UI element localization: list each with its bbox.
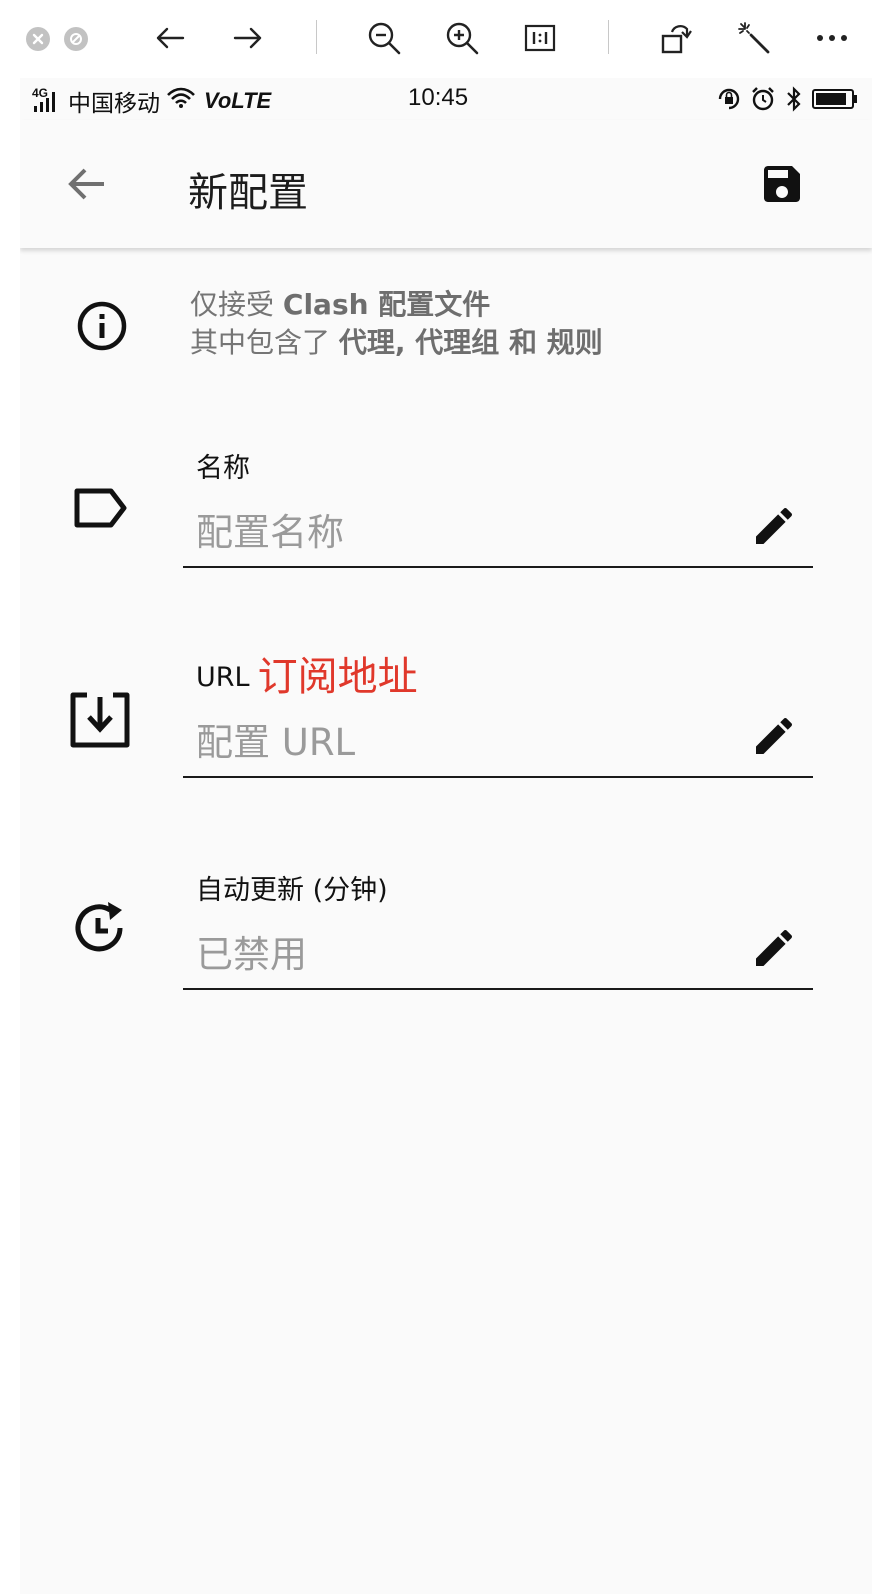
volte-label: VoLTE (204, 88, 272, 113)
minimize-icon[interactable] (64, 27, 88, 51)
info-line-1-prefix: 仅接受 (190, 288, 283, 321)
pencil-icon[interactable] (746, 920, 802, 976)
page-title: 新配置 (188, 170, 308, 216)
phone-screen: 4G 中国移动 VoLTE 10:45 新配置 仅接受 Clash 配置文件 其… (20, 78, 872, 1594)
magic-wand-icon[interactable] (734, 18, 774, 58)
viewer-toolbar (0, 0, 892, 78)
info-line-1: 仅接受 Clash 配置文件 (190, 286, 603, 324)
name-field-value[interactable]: 配置名称 (196, 502, 344, 556)
info-line-2: 其中包含了 代理, 代理组 和 规则 (190, 324, 603, 362)
label-tag-icon (64, 472, 136, 544)
name-field-underline (183, 566, 813, 568)
wifi-icon (166, 87, 196, 115)
pencil-icon[interactable] (746, 708, 802, 764)
name-field-label: 名称 (196, 453, 250, 484)
info-text: 仅接受 Clash 配置文件 其中包含了 代理, 代理组 和 规则 (190, 286, 603, 362)
auto-update-value[interactable]: 已禁用 (196, 924, 307, 978)
url-field-label-text: URL (196, 662, 250, 693)
auto-update-underline (183, 988, 813, 990)
actual-size-icon[interactable] (520, 18, 560, 58)
close-icon[interactable] (26, 27, 50, 51)
url-field-underline (183, 776, 813, 778)
clock-refresh-icon (64, 892, 136, 964)
url-field-label: URL 订阅地址 (196, 644, 418, 702)
status-bar: 4G 中国移动 VoLTE 10:45 (20, 78, 872, 120)
battery-icon (812, 88, 858, 116)
carrier-label: 中国移动 (68, 90, 160, 116)
toolbar-divider (316, 20, 317, 54)
app-bar: 新配置 (20, 120, 872, 248)
alarm-icon (750, 86, 776, 118)
info-line-2-bold: 代理, 代理组 和 规则 (338, 326, 603, 359)
rotate-icon[interactable] (656, 18, 696, 58)
info-icon (76, 300, 128, 352)
forward-arrow-icon[interactable] (228, 18, 268, 58)
info-banner: 仅接受 Clash 配置文件 其中包含了 代理, 代理组 和 规则 (20, 284, 872, 374)
back-arrow-icon[interactable] (150, 18, 190, 58)
url-annotation-note: 订阅地址 (257, 654, 418, 700)
name-field[interactable]: 名称 配置名称 (20, 446, 872, 596)
zoom-in-icon[interactable] (442, 18, 482, 58)
url-field[interactable]: URL 订阅地址 配置 URL (20, 644, 872, 794)
auto-update-field[interactable]: 自动更新 (分钟) 已禁用 (20, 868, 872, 1018)
save-icon[interactable] (754, 156, 810, 212)
pencil-icon[interactable] (746, 498, 802, 554)
zoom-out-icon[interactable] (364, 18, 404, 58)
signal-icon: 4G (32, 86, 62, 114)
arrow-left-icon[interactable] (60, 158, 112, 210)
info-line-1-bold: Clash 配置文件 (282, 288, 491, 321)
rotation-lock-icon (716, 86, 742, 118)
toolbar-divider (608, 20, 609, 54)
download-box-icon (64, 684, 136, 756)
auto-update-label: 自动更新 (分钟) (196, 875, 388, 906)
clock-label: 10:45 (408, 84, 469, 111)
url-field-value[interactable]: 配置 URL (196, 712, 355, 766)
more-icon[interactable] (812, 18, 852, 58)
bluetooth-icon (784, 86, 804, 118)
info-line-2-prefix: 其中包含了 (190, 326, 339, 359)
